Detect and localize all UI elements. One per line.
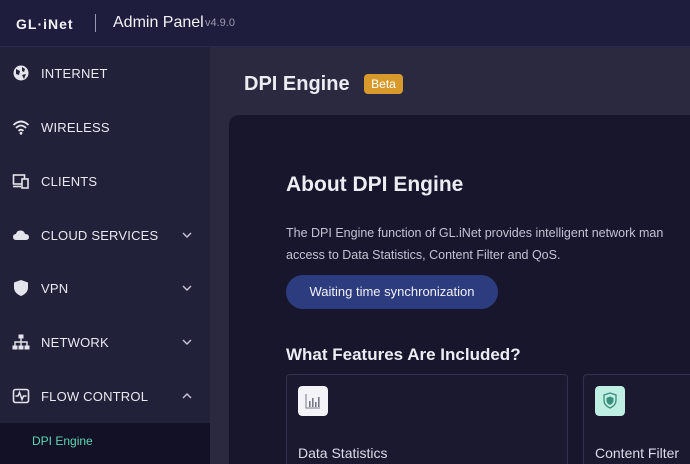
about-title: About DPI Engine (286, 173, 464, 196)
sidebar: INTERNET WIRELESS CLIENTS CLOUD SERVICES (0, 47, 210, 464)
sidebar-item-label: INTERNET (41, 66, 108, 81)
shield-filter-icon (595, 386, 625, 416)
feature-card-content-filter[interactable]: Content Filter (583, 374, 690, 464)
sidebar-subitem-dpi-engine[interactable]: DPI Engine (0, 423, 210, 464)
flow-control-icon (12, 388, 30, 404)
top-bar: GL·iNet Admin Panel v4.9.0 (0, 0, 690, 47)
time-sync-button[interactable]: Waiting time synchronization (286, 275, 498, 309)
features-title: What Features Are Included? (286, 345, 521, 364)
sidebar-item-network[interactable]: NETWORK (0, 316, 210, 368)
shield-icon (14, 280, 28, 296)
sidebar-item-label: FLOW CONTROL (41, 389, 149, 404)
chevron-down-icon[interactable] (182, 284, 192, 292)
network-icon (12, 334, 30, 350)
chevron-up-icon[interactable] (182, 392, 192, 400)
app-title: Admin Panel (113, 14, 204, 31)
sidebar-item-clients[interactable]: CLIENTS (0, 155, 210, 207)
cloud-icon (13, 230, 29, 240)
description-line: access to Data Statistics, Content Filte… (286, 248, 561, 262)
version-label: v4.9.0 (205, 17, 235, 29)
beta-badge: Beta (364, 74, 403, 94)
globe-icon (13, 65, 29, 81)
sidebar-item-flow-control[interactable]: FLOW CONTROL (0, 370, 210, 422)
chevron-down-icon[interactable] (182, 231, 192, 239)
brand-logo[interactable]: GL·iNet (16, 16, 74, 32)
feature-label: Data Statistics (298, 445, 388, 461)
sidebar-item-label: CLOUD SERVICES (41, 228, 159, 243)
chart-icon (298, 386, 328, 416)
sidebar-item-label: CLIENTS (41, 174, 98, 189)
description-line: The DPI Engine function of GL.iNet provi… (286, 226, 664, 240)
chevron-down-icon[interactable] (182, 338, 192, 346)
sidebar-item-label: NETWORK (41, 335, 109, 350)
feature-card-data-statistics[interactable]: Data Statistics (286, 374, 568, 464)
feature-label: Content Filter (595, 445, 680, 461)
sidebar-item-internet[interactable]: INTERNET (0, 47, 210, 99)
header-divider (95, 14, 96, 32)
page-title: DPI Engine (244, 73, 350, 95)
sidebar-item-wireless[interactable]: WIRELESS (0, 101, 210, 153)
description-text: The DPI Engine function of GL.iNet provi… (286, 222, 690, 266)
sidebar-item-label: WIRELESS (41, 120, 110, 135)
sidebar-item-vpn[interactable]: VPN (0, 262, 210, 314)
wifi-icon (12, 120, 30, 135)
sidebar-item-cloud-services[interactable]: CLOUD SERVICES (0, 209, 210, 261)
devices-icon (12, 174, 29, 189)
sidebar-subitem-label: DPI Engine (32, 434, 93, 448)
sidebar-item-label: VPN (41, 281, 69, 296)
